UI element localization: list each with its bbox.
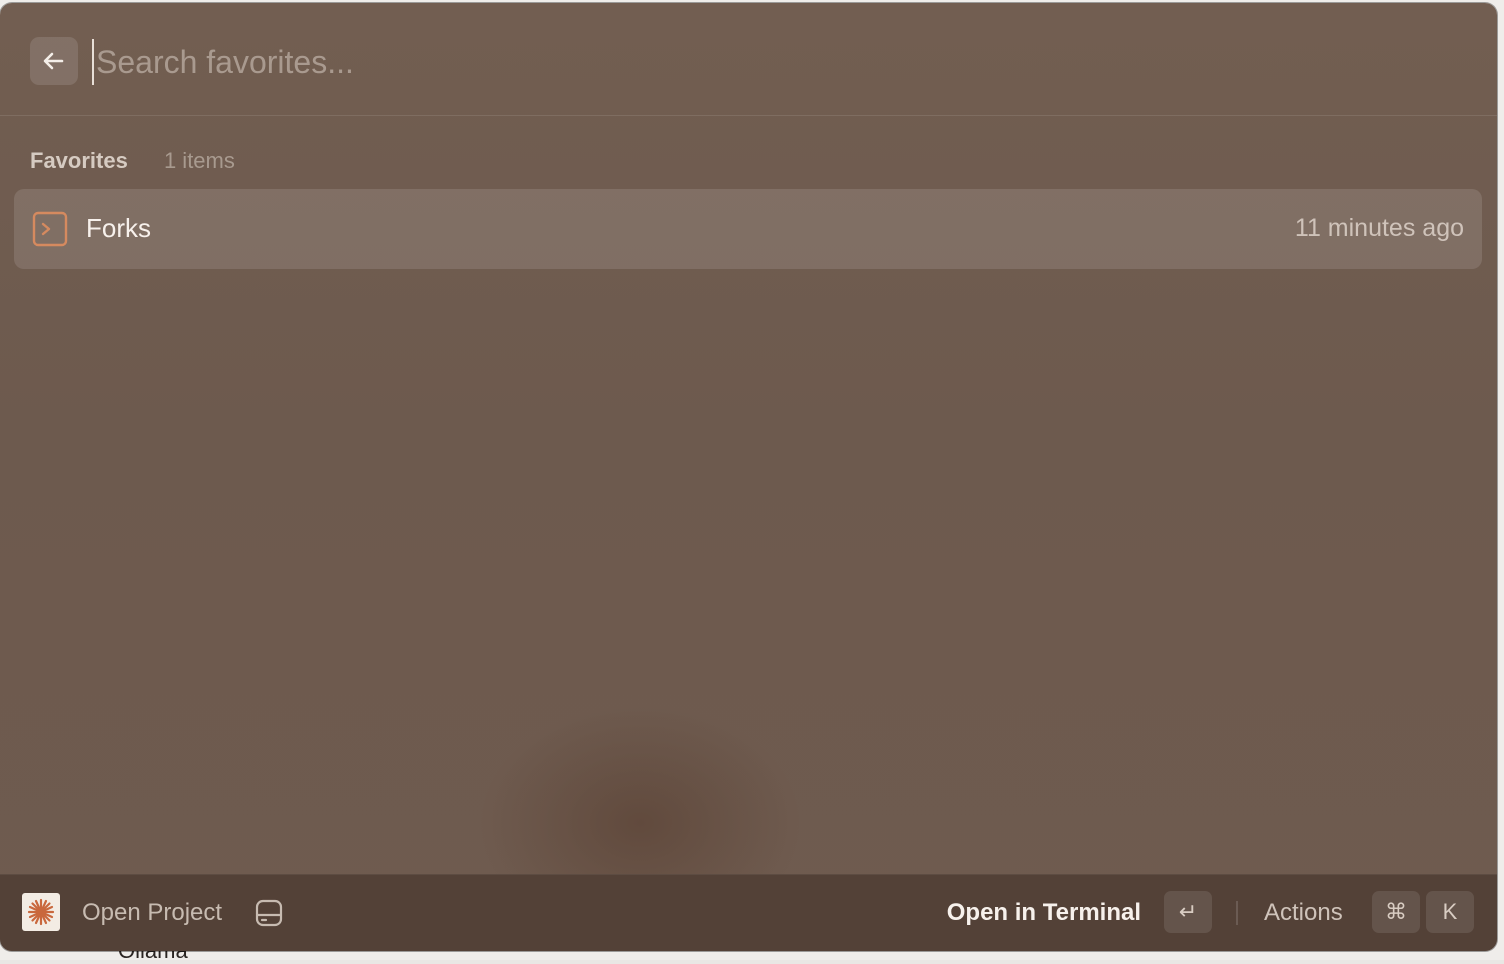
open-project-button[interactable]: Open Project [82, 899, 222, 927]
k-key-label: K [1442, 899, 1458, 924]
k-key-badge: K [1426, 891, 1474, 933]
section-title: Favorites [30, 148, 128, 173]
launcher-window: Favorites 1 items Forks 11 minutes ago [0, 3, 1497, 951]
command-icon: ⌘ [1385, 899, 1407, 924]
return-icon: ↵ [1178, 899, 1198, 924]
app-logo [22, 893, 60, 931]
list-item[interactable]: Forks 11 minutes ago [14, 189, 1482, 269]
search-header [0, 3, 1497, 116]
section-header: Favorites 1 items [30, 146, 235, 176]
drive-icon[interactable] [254, 898, 284, 928]
enter-key-badge: ↵ [1164, 891, 1212, 933]
open-in-terminal-button[interactable]: Open in Terminal [947, 899, 1141, 927]
footer-divider [1236, 901, 1238, 925]
action-bar: Open Project Open in Terminal ↵ Actions … [0, 874, 1497, 951]
section-count: 1 items [163, 148, 235, 173]
list-item-timestamp: 11 minutes ago [1294, 214, 1464, 242]
back-button[interactable] [30, 37, 78, 85]
arrow-left-icon [43, 52, 64, 70]
search-input[interactable] [92, 39, 996, 85]
command-key-badge: ⌘ [1372, 891, 1420, 933]
terminal-prompt-icon [32, 211, 68, 247]
sparkle-logo-icon [27, 898, 55, 926]
actions-button[interactable]: Actions [1264, 899, 1343, 927]
list-item-title: Forks [86, 213, 151, 243]
